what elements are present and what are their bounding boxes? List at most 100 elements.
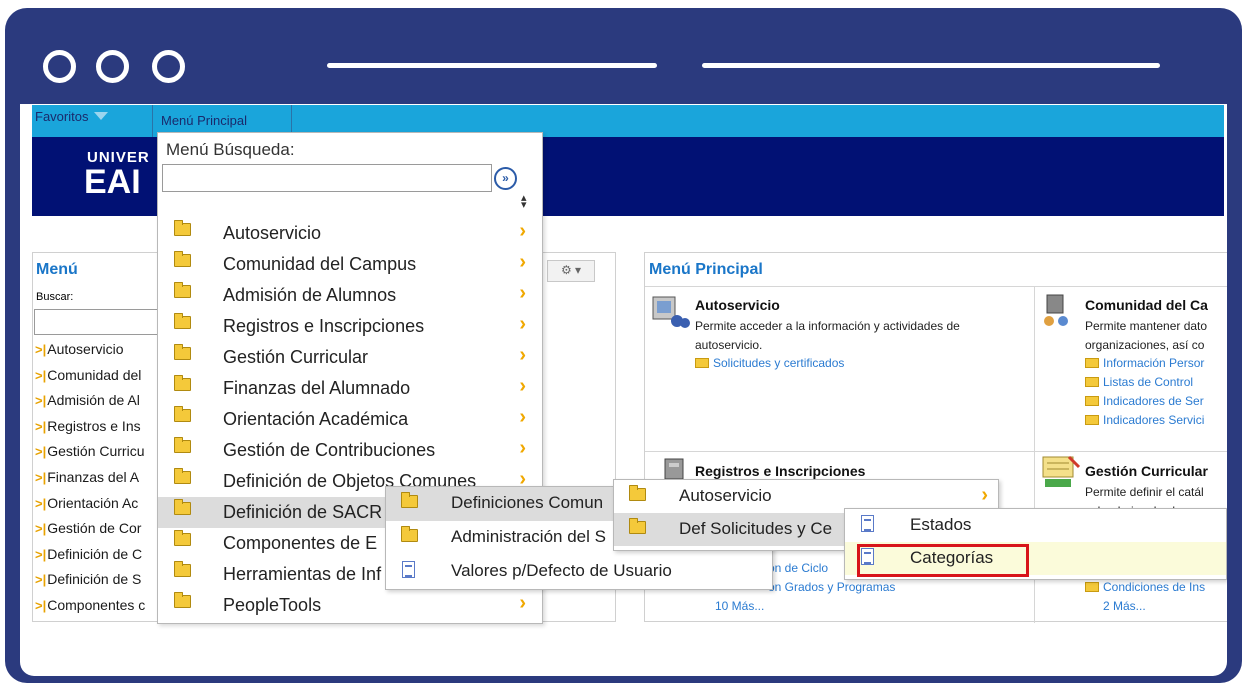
comunidad-desc: organizaciones, así co — [1085, 338, 1205, 352]
chevron-right-icon: >| — [35, 521, 47, 537]
link-registros[interactable]: ón Grados y Programas — [768, 580, 895, 594]
menu-item[interactable]: Admisión de Alumnos › — [158, 280, 542, 311]
sidebar-item[interactable]: >|Comunidad del — [35, 367, 145, 393]
comunidad-heading[interactable]: Comunidad del Ca — [1085, 297, 1208, 313]
search-go-icon[interactable]: » — [494, 167, 517, 190]
gear-icon[interactable]: ⚙ ▾ — [547, 260, 595, 282]
folder-icon — [174, 561, 191, 577]
chevron-right-icon: › — [519, 344, 526, 366]
chevron-right-icon: >| — [35, 546, 47, 562]
sort-icon[interactable]: ▴ ▾ — [521, 193, 527, 211]
menu-item[interactable]: Comunidad del Campus › — [158, 249, 542, 280]
menu-item[interactable]: Gestión Curricular › — [158, 342, 542, 373]
menu-search-input[interactable] — [162, 164, 492, 192]
link-registros[interactable]: ón de Ciclo — [768, 561, 828, 575]
main-menu-title: Menú Principal — [649, 261, 763, 278]
chevron-right-icon: >| — [35, 572, 47, 588]
favoritos-label: Favoritos — [35, 109, 89, 124]
comunidad-icon — [1044, 294, 1068, 326]
chevron-right-icon: › — [519, 406, 526, 428]
link-comunidad[interactable]: Indicadores de Ser — [1085, 394, 1204, 408]
search-input[interactable] — [34, 309, 164, 335]
link-solicitudes[interactable]: Solicitudes y certificados — [695, 356, 844, 370]
sidebar-item[interactable]: >|Componentes c — [35, 597, 145, 623]
menu-item[interactable]: Gestión de Contribuciones › — [158, 435, 542, 466]
nav-separator — [152, 105, 153, 137]
chevron-right-icon: >| — [35, 418, 47, 434]
folder-icon — [174, 282, 191, 298]
autoservicio-icon — [652, 296, 690, 328]
chevron-right-icon: >| — [35, 597, 47, 613]
window-control-dot[interactable] — [152, 50, 185, 83]
link-comunidad[interactable]: Listas de Control — [1085, 375, 1193, 389]
menu-item[interactable]: Finanzas del Alumnado › — [158, 373, 542, 404]
chevron-right-icon: › — [519, 313, 526, 335]
sidebar-item[interactable]: >|Registros e Ins — [35, 418, 145, 444]
folder-icon — [174, 375, 191, 391]
folder-icon — [174, 406, 191, 422]
folder-icon — [174, 344, 191, 360]
chevron-down-icon — [94, 112, 109, 120]
chevron-right-icon: › — [519, 592, 526, 614]
folder-icon — [1085, 358, 1099, 368]
submenu-item[interactable]: Valores p/Defecto de Usuario — [386, 555, 772, 589]
menu-item[interactable]: PeopleTools › — [158, 590, 542, 621]
folder-icon — [695, 358, 709, 368]
gestion-heading[interactable]: Gestión Curricular — [1085, 463, 1208, 479]
gestion-desc: Permite definir el catál — [1085, 485, 1204, 499]
link-more[interactable]: 2 Más... — [1103, 599, 1146, 613]
chevron-right-icon: › — [519, 220, 526, 242]
sidebar-item[interactable]: >|Autoservicio — [35, 341, 145, 367]
folder-icon — [174, 530, 191, 546]
sidebar-item[interactable]: >|Finanzas del A — [35, 469, 145, 495]
autoservicio-heading[interactable]: Autoservicio — [695, 297, 780, 313]
window-control-dot[interactable] — [96, 50, 129, 83]
folder-icon — [401, 526, 418, 542]
autoservicio-desc: Permite acceder a la información y activ… — [695, 319, 960, 333]
folder-icon — [174, 220, 191, 236]
folder-icon — [174, 251, 191, 267]
sidebar-item[interactable]: >|Gestión Curricu — [35, 443, 145, 469]
chevron-right-icon: >| — [35, 495, 47, 511]
comunidad-desc: Permite mantener dato — [1085, 319, 1208, 333]
favoritos-menu[interactable]: Favoritos — [35, 109, 109, 124]
autoservicio-desc: autoservicio. — [695, 338, 763, 352]
page-viewport: Favoritos Menú Principal UNIVER EAI Menú… — [20, 104, 1227, 676]
menu-item[interactable]: Orientación Académica › — [158, 404, 542, 435]
chevron-right-icon: >| — [35, 469, 47, 485]
window-control-dot[interactable] — [43, 50, 76, 83]
sidebar-item[interactable]: >|Gestión de Cor — [35, 520, 145, 546]
chevron-right-icon: >| — [35, 393, 47, 409]
folder-icon — [1085, 582, 1099, 592]
menu-item[interactable]: Registros e Inscripciones › — [158, 311, 542, 342]
highlight-box — [857, 544, 1029, 577]
folder-icon — [174, 592, 191, 608]
sidebar-item[interactable]: >|Definición de S — [35, 571, 145, 597]
folder-icon — [1085, 415, 1099, 425]
title-bar-line — [327, 63, 657, 68]
folder-icon — [629, 485, 646, 501]
search-label: Buscar: — [36, 291, 74, 303]
folder-icon — [174, 437, 191, 453]
folder-icon — [174, 468, 191, 484]
title-bar-line — [702, 63, 1160, 68]
chevron-right-icon: › — [519, 375, 526, 397]
chevron-right-icon: >| — [35, 367, 47, 383]
link-gestion[interactable]: Condiciones de Ins — [1085, 580, 1205, 594]
registros-heading[interactable]: Registros e Inscripciones — [695, 463, 865, 479]
submenu-item[interactable]: Estados — [845, 509, 1226, 542]
link-comunidad[interactable]: Indicadores Servici — [1085, 413, 1204, 427]
folder-icon — [1085, 377, 1099, 387]
link-more[interactable]: 10 Más... — [715, 599, 764, 613]
document-icon — [861, 515, 874, 532]
browser-frame: Favoritos Menú Principal UNIVER EAI Menú… — [5, 8, 1242, 683]
sidebar-item[interactable]: >|Definición de C — [35, 546, 145, 572]
folder-icon — [1085, 396, 1099, 406]
menu-item[interactable]: Autoservicio › — [158, 218, 542, 249]
left-menu-list: >|Autoservicio >|Comunidad del >|Admisión … — [35, 341, 145, 623]
chevron-right-icon: >| — [35, 342, 47, 357]
folder-icon — [174, 313, 191, 329]
sidebar-item[interactable]: >|Orientación Ac — [35, 495, 145, 521]
link-comunidad[interactable]: Información Persor — [1085, 356, 1204, 370]
sidebar-item[interactable]: >|Admisión de Al — [35, 392, 145, 418]
